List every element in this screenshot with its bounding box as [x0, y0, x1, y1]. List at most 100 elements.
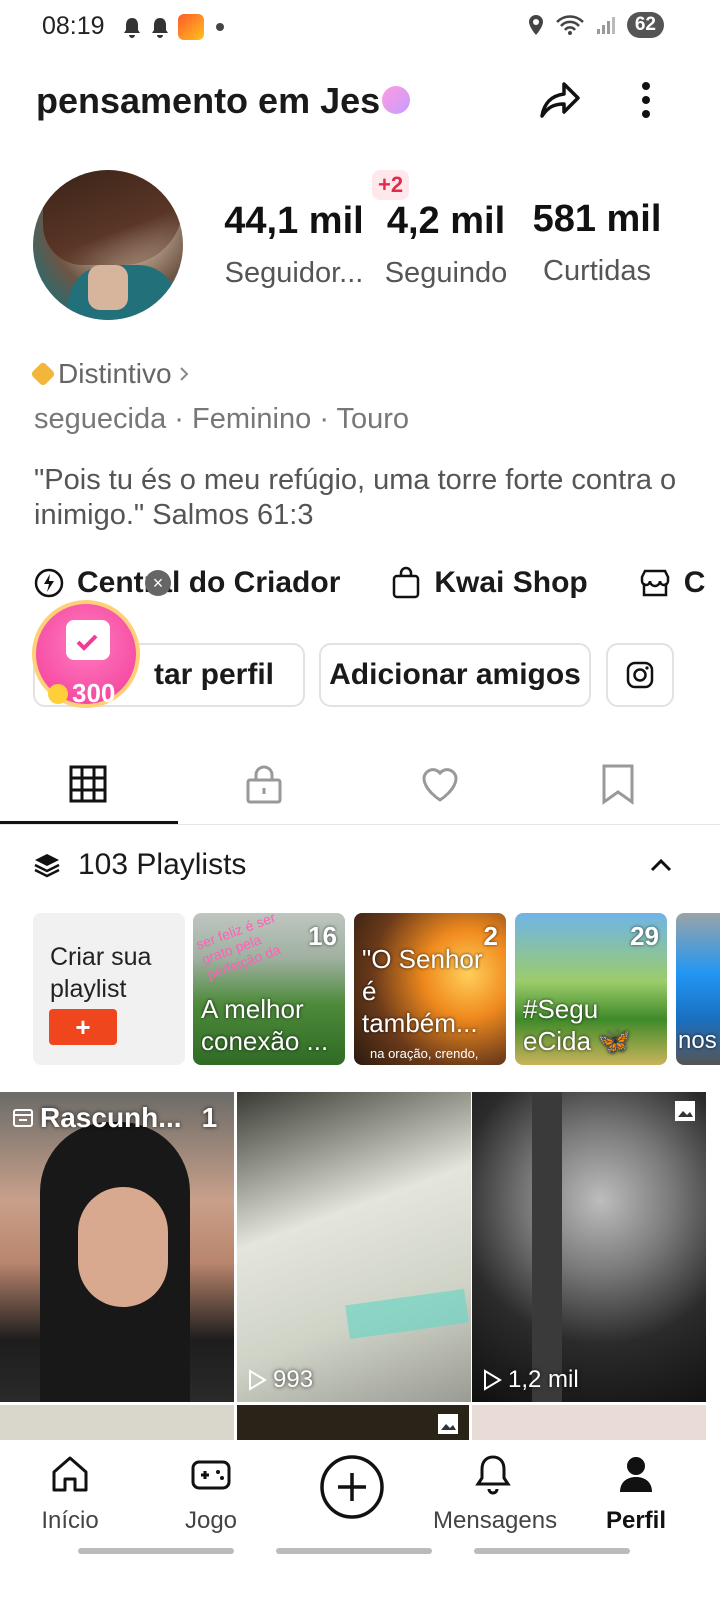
chevron-up-icon[interactable] [648, 854, 674, 876]
nav-messages[interactable]: Mensagens [433, 1452, 558, 1535]
chevron-right-icon [179, 367, 189, 381]
tab-heart-icon[interactable] [418, 762, 462, 806]
status-bar: 08:19 62 [0, 0, 720, 52]
video-thumbnail[interactable]: 1,2 mil [472, 1092, 706, 1402]
nav-messages-label: Mensagens [433, 1507, 558, 1534]
following-count: 4,2 mil [386, 200, 506, 242]
following-label: Seguindo [384, 257, 508, 289]
person-icon [620, 1457, 652, 1492]
video-thumbnail[interactable]: 993 [237, 1092, 471, 1402]
badge-row[interactable]: Distintivo [30, 358, 190, 390]
gesture-bar [78, 1548, 234, 1554]
play-icon [249, 1369, 267, 1391]
playlist-count: 29 [630, 921, 659, 951]
views-label: 993 [247, 1366, 313, 1394]
coin-icon [48, 683, 68, 704]
add-friends-button[interactable]: Adicionar amigos [319, 643, 591, 707]
location-icon [528, 15, 543, 35]
bell-icon [124, 18, 140, 38]
share-icon[interactable] [536, 76, 584, 124]
create-playlist-card[interactable]: Criar sua playlist + [33, 913, 185, 1065]
store-icon [640, 569, 669, 597]
nav-home[interactable]: Início [10, 1452, 130, 1535]
lightning-icon [34, 568, 64, 598]
instagram-icon [626, 661, 654, 689]
video-thumbnail[interactable] [0, 1405, 234, 1445]
likes-count: 581 mil [532, 198, 662, 240]
notification-icons [122, 14, 224, 40]
username-text: pensamento em Jes [36, 80, 381, 121]
nav-profile-label: Perfil [605, 1507, 667, 1534]
profile-username: pensamento em Jes [36, 80, 411, 122]
crown-badge-icon [382, 86, 411, 115]
signal-icon [596, 17, 615, 34]
playlist-overlay-text: na oração, crendo, [370, 1046, 479, 1061]
store-label: C [683, 566, 706, 599]
profile-links: Central do Criador Kwai Shop C [33, 566, 720, 600]
more-options-icon[interactable] [630, 76, 662, 124]
playlist-title: nos #S nc [678, 1027, 720, 1054]
tab-grid-icon[interactable] [66, 762, 110, 806]
create-playlist-label: Criar sua playlist [50, 943, 152, 1003]
store-link[interactable]: C [638, 566, 706, 600]
likes-stat[interactable]: 581 mil Curtidas [524, 198, 670, 288]
nav-profile[interactable]: Perfil [576, 1452, 696, 1535]
playlist-card[interactable]: ser feliz é ser grato pela perfeição da … [193, 913, 345, 1065]
bell-icon [152, 18, 168, 38]
gesture-bar [474, 1548, 630, 1554]
plus-circle-icon [320, 1455, 384, 1519]
video-thumbnail[interactable] [237, 1405, 469, 1445]
dot-icon [216, 23, 224, 31]
active-tab-indicator [0, 821, 178, 824]
creator-center-label: Central do Criador [77, 566, 341, 599]
avatar[interactable] [33, 170, 183, 320]
playlist-card[interactable]: 29 #Segu eCida 🦋 [515, 913, 667, 1065]
layers-icon [34, 854, 60, 878]
status-time: 08:19 [42, 12, 105, 40]
kwai-shop-link[interactable]: Kwai Shop [390, 566, 588, 600]
video-thumbnail[interactable] [472, 1405, 706, 1445]
home-icon [52, 1456, 88, 1492]
checkin-reward-badge[interactable]: 300 [32, 600, 140, 708]
nav-create[interactable] [292, 1454, 412, 1520]
calendar-icon [66, 620, 110, 660]
creator-center-link[interactable]: Central do Criador [33, 566, 340, 600]
playlist-card[interactable]: 2 "O Senhor é também... na oração, crend… [354, 913, 506, 1065]
draft-text: Rascunh... [40, 1102, 182, 1133]
image-icon [675, 1101, 695, 1121]
play-icon [484, 1369, 502, 1391]
video-thumbnail[interactable]: Rascunh... 1 [0, 1092, 234, 1402]
playlist-card[interactable]: nos #S nc [676, 913, 720, 1065]
views-count: 1,2 mil [508, 1366, 579, 1393]
profile-meta: seguecida · Feminino · Touro [34, 403, 410, 435]
instagram-button[interactable] [606, 643, 674, 707]
edit-profile-label: tar perfil [153, 658, 275, 691]
bottom-nav: Início Jogo Mensagens Perfil [0, 1440, 720, 1600]
tab-bookmark-icon[interactable] [596, 762, 640, 806]
playlists-header[interactable]: 103 Playlists [34, 848, 246, 882]
nav-game[interactable]: Jogo [151, 1452, 271, 1535]
status-right: 62 [527, 12, 664, 38]
create-playlist-button[interactable]: + [49, 1009, 117, 1045]
coin-value: 300 [72, 678, 116, 708]
following-stat[interactable]: 4,2 mil Seguindo [375, 200, 517, 290]
bell-icon [475, 1455, 511, 1495]
followers-label: Seguidor... [224, 257, 364, 289]
playlists-count: 103 Playlists [78, 848, 247, 881]
views-label: 1,2 mil [482, 1366, 579, 1394]
wifi-icon [555, 15, 584, 35]
following-delta-badge: +2 [372, 170, 410, 200]
followers-stat[interactable]: 44,1 mil Seguidor... [216, 200, 372, 290]
tab-lock-icon[interactable] [242, 762, 286, 806]
profile-bio: "Pois tu és o meu refúgio, uma torre for… [34, 464, 677, 531]
playlist-title: A melhor conexão ... [201, 994, 329, 1056]
draft-count: 1 [201, 1102, 218, 1133]
followers-count: 44,1 mil [224, 200, 364, 242]
playlist-title: "O Senhor é também... [362, 944, 483, 1038]
views-count: 993 [273, 1366, 314, 1393]
playlist-title: #Segu eCida 🦋 [523, 994, 631, 1056]
close-icon[interactable]: × [145, 570, 171, 596]
gamepad-icon [191, 1460, 231, 1490]
nav-game-label: Jogo [184, 1507, 238, 1534]
playlist-overlay-text: ser feliz é ser grato pela perfeição da [193, 913, 283, 983]
